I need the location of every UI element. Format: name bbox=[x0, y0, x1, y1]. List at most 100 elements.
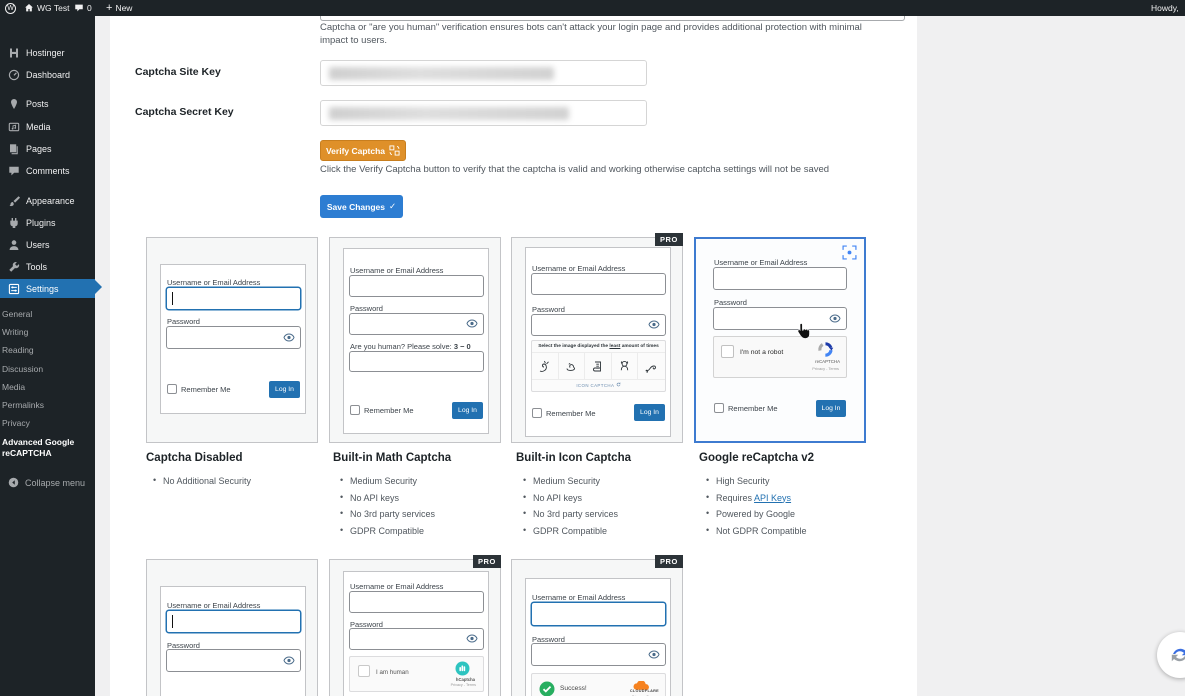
sidebar-item-pages[interactable]: Pages bbox=[0, 139, 95, 158]
save-changes-button[interactable]: Save Changes ✓ bbox=[320, 195, 403, 218]
submenu-advanced-google-recaptcha[interactable]: Advanced Google reCAPTCHA bbox=[0, 437, 92, 459]
pro-badge: PRO bbox=[473, 555, 501, 568]
preview-password-input bbox=[713, 307, 847, 330]
admin-bar-howdy[interactable]: Howdy, bbox=[1151, 0, 1179, 16]
captcha-doodle-icon-3 bbox=[585, 353, 612, 379]
admin-bar-comments[interactable]: 0 bbox=[74, 0, 92, 16]
captcha-description: Captcha or "are you human" verification … bbox=[320, 21, 880, 47]
verify-help-text: Click the Verify Captcha button to verif… bbox=[320, 163, 880, 176]
preview-math-input bbox=[349, 351, 484, 372]
icon-captcha-widget: Select the image displayed the least amo… bbox=[531, 340, 666, 392]
sidebar-item-appearance[interactable]: Appearance bbox=[0, 191, 95, 210]
captcha-doodle-icon-5 bbox=[638, 353, 665, 379]
appearance-brush-icon bbox=[8, 195, 20, 207]
settings-active-arrow bbox=[95, 280, 102, 294]
option-card-row2-disabled[interactable]: Username or Email Address Password bbox=[146, 559, 318, 696]
wrench-icon bbox=[8, 261, 20, 273]
submenu-writing[interactable]: Writing bbox=[0, 327, 95, 338]
cloudflare-logo-icon bbox=[632, 678, 651, 696]
dashboard-icon bbox=[8, 69, 20, 81]
math-expression: 3 − 0 bbox=[454, 342, 471, 351]
preview-remember-label: Remember Me bbox=[181, 385, 231, 394]
submenu-discussion[interactable]: Discussion bbox=[0, 364, 95, 375]
captcha-doodle-icon-2 bbox=[559, 353, 586, 379]
option-card-hcaptcha[interactable]: PRO Username or Email Address Password I… bbox=[329, 559, 501, 696]
recaptcha-brand: reCAPTCHA bbox=[815, 359, 840, 364]
submenu-privacy[interactable]: Privacy bbox=[0, 418, 95, 429]
hcaptcha-label: I am human bbox=[376, 669, 409, 676]
eye-icon bbox=[283, 652, 295, 670]
site-key-label: Captcha Site Key bbox=[135, 66, 221, 78]
settings-icon bbox=[8, 283, 20, 295]
option-card-icon-captcha[interactable]: PRO Username or Email Address Password S… bbox=[511, 237, 683, 443]
preview-username-input bbox=[349, 591, 484, 613]
preview-password-input bbox=[349, 313, 484, 335]
option-title-recaptcha-v2: Google reCaptcha v2 bbox=[699, 452, 814, 464]
preview-remember-checkbox bbox=[350, 405, 360, 415]
site-key-input[interactable] bbox=[320, 60, 647, 86]
submenu-permalinks[interactable]: Permalinks bbox=[0, 400, 95, 411]
sidebar-item-comments[interactable]: Comments bbox=[0, 161, 95, 180]
sidebar-item-tools[interactable]: Tools bbox=[0, 257, 95, 276]
sidebar-item-users[interactable]: Users bbox=[0, 235, 95, 254]
collapse-icon bbox=[8, 477, 19, 488]
sidebar-item-dashboard[interactable]: Dashboard bbox=[0, 65, 95, 84]
admin-bar-site-link[interactable]: WG Test bbox=[24, 0, 69, 16]
preview-password-input bbox=[531, 643, 666, 666]
hostinger-icon bbox=[8, 47, 20, 59]
option-card-captcha-disabled[interactable]: Username or Email Address Password Remem… bbox=[146, 237, 318, 443]
pages-icon bbox=[8, 143, 20, 155]
preview-username-input bbox=[166, 287, 301, 310]
preview-remember-checkbox bbox=[167, 384, 177, 394]
hcaptcha-terms: Privacy - Terms bbox=[451, 683, 476, 687]
sidebar-item-settings[interactable]: Settings bbox=[0, 279, 95, 298]
preview-username-input bbox=[349, 275, 484, 297]
collapse-menu-button[interactable]: Collapse menu bbox=[0, 473, 95, 492]
sidebar-item-media[interactable]: Media bbox=[0, 117, 95, 136]
preview-password-input bbox=[349, 628, 484, 650]
option-title-math-captcha: Built-in Math Captcha bbox=[333, 452, 451, 464]
option-card-turnstile[interactable]: PRO Username or Email Address Password S… bbox=[511, 559, 683, 696]
media-icon bbox=[8, 121, 20, 133]
math-question: Are you human? Please solve: 3 − 0 bbox=[350, 342, 471, 351]
new-label: New bbox=[115, 3, 132, 13]
features-captcha-disabled: No Additional Security bbox=[150, 476, 251, 493]
sidebar-item-posts[interactable]: Posts bbox=[0, 94, 95, 113]
sidebar-item-hostinger[interactable]: Hostinger bbox=[0, 43, 95, 62]
verify-captcha-button[interactable]: Verify Captcha bbox=[320, 140, 406, 161]
eye-icon bbox=[466, 315, 478, 333]
sidebar-item-plugins[interactable]: Plugins bbox=[0, 213, 95, 232]
submenu-reading[interactable]: Reading bbox=[0, 345, 95, 356]
features-recaptcha-v2: High Security Requires API Keys Powered … bbox=[703, 476, 807, 542]
site-key-redacted-value bbox=[329, 67, 554, 80]
option-card-google-recaptcha-v2[interactable]: Username or Email Address Password I'm n… bbox=[694, 237, 866, 443]
preview-remember-checkbox bbox=[532, 408, 542, 418]
admin-bar-new[interactable]: + New bbox=[106, 0, 132, 16]
site-name: WG Test bbox=[37, 3, 69, 13]
eye-icon bbox=[466, 630, 478, 648]
hcaptcha-widget: I am human hCaptcha Privacy - Terms bbox=[349, 656, 484, 692]
pro-badge: PRO bbox=[655, 555, 683, 568]
preview-username-input bbox=[166, 610, 301, 633]
secret-key-input[interactable] bbox=[320, 100, 647, 126]
api-keys-link[interactable]: API Keys bbox=[754, 493, 791, 503]
option-card-math-captcha[interactable]: Username or Email Address Password Are y… bbox=[329, 237, 501, 443]
plugins-icon bbox=[8, 217, 20, 229]
assistant-floating-button[interactable] bbox=[1157, 632, 1185, 678]
home-icon bbox=[24, 3, 34, 13]
howdy-label: Howdy, bbox=[1151, 3, 1179, 13]
mouse-cursor-hand bbox=[796, 322, 811, 346]
eye-icon bbox=[829, 310, 841, 328]
preview-password-input bbox=[166, 649, 301, 672]
admin-bar: W WG Test 0 + New Howdy, bbox=[0, 0, 1185, 16]
turnstile-success-label: Success! bbox=[560, 685, 587, 692]
preview-password-label: Password bbox=[167, 317, 200, 326]
submenu-media[interactable]: Media bbox=[0, 382, 95, 393]
plus-icon: + bbox=[106, 4, 112, 13]
turnstile-widget: Success! CLOUDFLARE Privacy - Terms bbox=[531, 673, 666, 696]
eye-icon bbox=[648, 316, 660, 334]
submenu-general[interactable]: General bbox=[0, 309, 95, 320]
wordpress-logo-icon[interactable]: W bbox=[5, 0, 16, 16]
hcaptcha-checkbox bbox=[358, 665, 370, 677]
preview-password-input bbox=[531, 314, 666, 336]
